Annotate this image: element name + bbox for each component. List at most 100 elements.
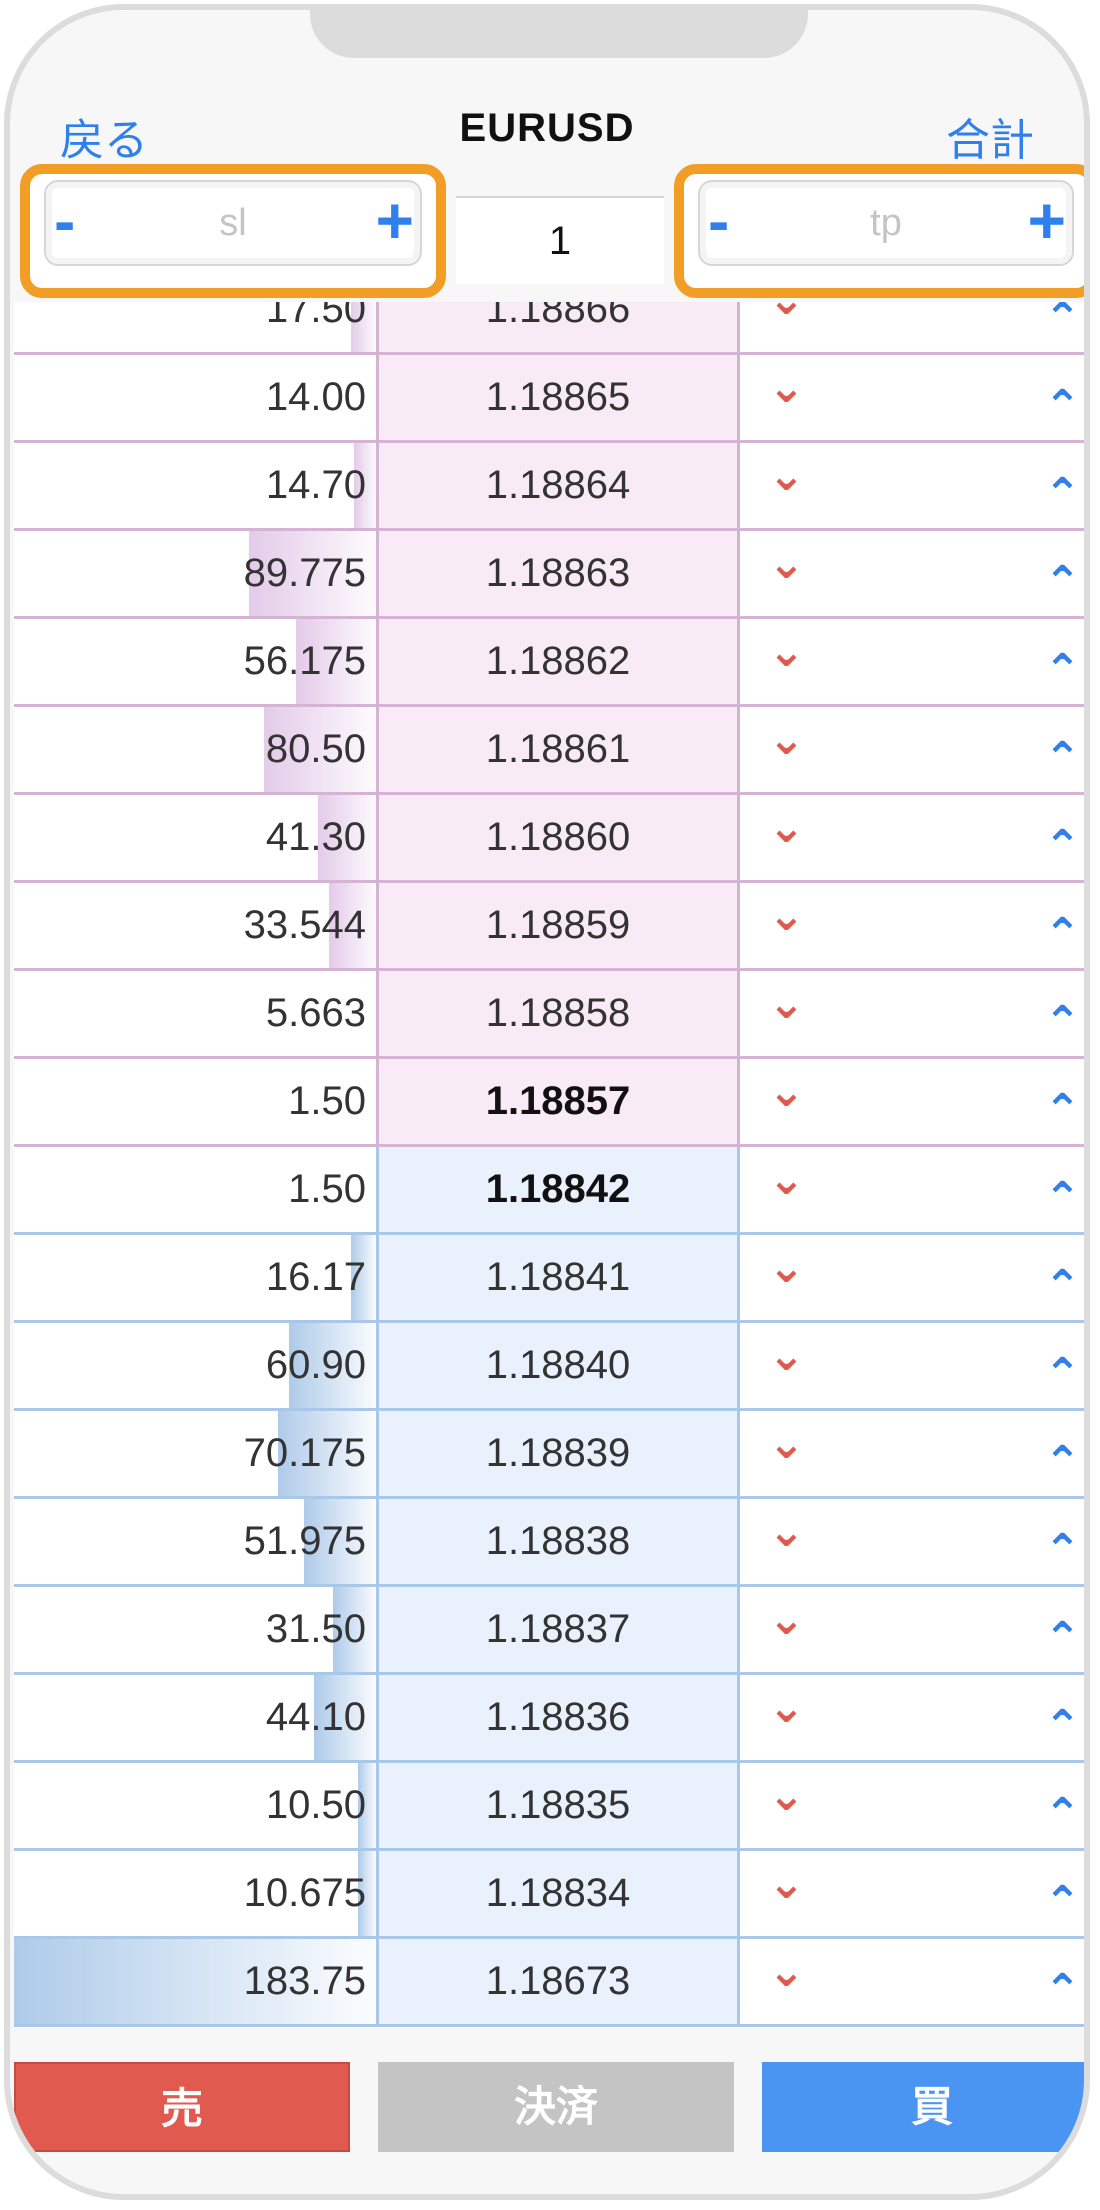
buy-button[interactable]: 買: [762, 2062, 1084, 2152]
order-book-row: 56.175 1.18862 ⌄ ⌃: [14, 619, 1084, 707]
volume-value: 31.50: [265, 1607, 366, 1651]
chevron-down-icon[interactable]: ⌄: [768, 619, 805, 685]
volume-cell: 31.50: [14, 1587, 376, 1672]
price-cell[interactable]: 1.18836: [376, 1675, 740, 1760]
volume-value: 41.30: [265, 815, 366, 859]
chevron-down-icon[interactable]: ⌄: [768, 707, 805, 773]
tp-highlight: - tp +: [674, 164, 1084, 298]
sell-button[interactable]: 売: [14, 2062, 350, 2152]
close-position-button[interactable]: 決済: [378, 2062, 734, 2152]
volume-value: 5.663: [265, 991, 366, 1035]
order-book-row: 41.30 1.18860 ⌄ ⌃: [14, 795, 1084, 883]
price-cell[interactable]: 1.18857: [376, 1059, 740, 1144]
price-cell[interactable]: 1.18859: [376, 883, 740, 968]
price-cell[interactable]: 1.18838: [376, 1499, 740, 1584]
volume-cell: 70.175: [14, 1411, 376, 1496]
volume-cell: 51.975: [14, 1499, 376, 1584]
volume-cell: 14.00: [14, 355, 376, 440]
volume-value: 183.75: [243, 1959, 366, 2003]
order-controls: - sl + 1 - tp +: [10, 164, 1084, 302]
chevron-down-icon[interactable]: ⌄: [768, 1939, 805, 2005]
total-button[interactable]: 合計: [946, 104, 1034, 168]
volume-value: 10.675: [243, 1871, 366, 1915]
chevron-down-icon[interactable]: ⌄: [768, 355, 805, 421]
chevron-down-icon[interactable]: ⌄: [768, 1675, 805, 1741]
order-book-row: 60.90 1.18840 ⌄ ⌃: [14, 1323, 1084, 1411]
chevron-down-icon[interactable]: ⌄: [768, 302, 805, 333]
chevron-down-icon[interactable]: ⌄: [768, 1763, 805, 1829]
notch: [310, 10, 808, 58]
volume-value: 14.70: [265, 463, 366, 507]
volume-cell: 33.544: [14, 883, 376, 968]
sl-plus-button[interactable]: +: [375, 184, 414, 256]
price-cell[interactable]: 1.18835: [376, 1763, 740, 1848]
phone-frame: 戻る EURUSD 合計 - sl + 1 - tp + 17.50 1.1886…: [4, 4, 1090, 2200]
order-book-row: 16.17 1.18841 ⌄ ⌃: [14, 1235, 1084, 1323]
order-book: 17.501.18866⌄⌃14.001.18865⌄⌃14.701.18864…: [14, 302, 1084, 2028]
tp-plus-button[interactable]: +: [1027, 184, 1066, 256]
chevron-down-icon[interactable]: ⌄: [768, 1411, 805, 1477]
price-cell[interactable]: 1.18865: [376, 355, 740, 440]
order-book-row: 10.675 1.18834 ⌄ ⌃: [14, 1851, 1084, 1939]
price-cell[interactable]: 1.18860: [376, 795, 740, 880]
sl-input[interactable]: sl: [46, 202, 420, 245]
volume-value: 1.50: [288, 1079, 366, 1123]
volume-value: 44.10: [265, 1695, 366, 1739]
price-cell[interactable]: 1.18863: [376, 531, 740, 616]
price-cell[interactable]: 1.18839: [376, 1411, 740, 1496]
volume-value: 33.544: [243, 903, 366, 947]
volume-value: 56.175: [243, 639, 366, 683]
volume-cell: 56.175: [14, 619, 376, 704]
chevron-down-icon[interactable]: ⌄: [768, 1323, 805, 1389]
chevron-down-icon[interactable]: ⌄: [768, 443, 805, 509]
price-cell[interactable]: 1.18841: [376, 1235, 740, 1320]
price-cell[interactable]: 1.18840: [376, 1323, 740, 1408]
chevron-down-icon[interactable]: ⌄: [768, 1147, 805, 1213]
order-book-row: 44.10 1.18836 ⌄ ⌃: [14, 1675, 1084, 1763]
price-cell[interactable]: 1.18862: [376, 619, 740, 704]
volume-cell: 17.50: [14, 302, 376, 352]
price-cell[interactable]: 1.18861: [376, 707, 740, 792]
chevron-down-icon[interactable]: ⌄: [768, 1499, 805, 1565]
volume-cell: 5.663: [14, 971, 376, 1056]
volume-cell: 183.75: [14, 1939, 376, 2024]
order-book-row: 183.75 1.18673 ⌄ ⌃: [14, 1939, 1084, 2028]
sl-highlight: - sl +: [20, 164, 446, 298]
chevron-down-icon[interactable]: ⌄: [768, 1059, 805, 1125]
chevron-down-icon[interactable]: ⌄: [768, 1851, 805, 1917]
price-cell[interactable]: 1.18858: [376, 971, 740, 1056]
price-cell[interactable]: 1.18864: [376, 443, 740, 528]
quantity-field[interactable]: 1: [456, 196, 664, 284]
chevron-down-icon[interactable]: ⌄: [768, 1587, 805, 1653]
volume-value: 16.17: [265, 1255, 366, 1299]
chevron-down-icon[interactable]: ⌄: [768, 1235, 805, 1301]
order-book-row: 10.50 1.18835 ⌄ ⌃: [14, 1763, 1084, 1851]
order-book-row: 1.50 1.18857 ⌄ ⌃: [14, 1059, 1084, 1147]
price-cell[interactable]: 1.18673: [376, 1939, 740, 2024]
order-book-row: 89.775 1.18863 ⌄ ⌃: [14, 531, 1084, 619]
volume-value: 1.50: [288, 1167, 366, 1211]
order-book-row: 80.50 1.18861 ⌄ ⌃: [14, 707, 1084, 795]
order-book-row: 17.501.18866⌄⌃: [14, 302, 1084, 355]
chevron-down-icon[interactable]: ⌄: [768, 971, 805, 1037]
volume-value: 60.90: [265, 1343, 366, 1387]
volume-cell: 1.50: [14, 1059, 376, 1144]
volume-value: 17.50: [265, 302, 366, 331]
volume-value: 51.975: [243, 1519, 366, 1563]
nav-bar: 戻る EURUSD 合計: [10, 90, 1084, 170]
price-cell[interactable]: 1.18834: [376, 1851, 740, 1936]
price-cell[interactable]: 1.18842: [376, 1147, 740, 1232]
tp-input[interactable]: tp: [700, 202, 1072, 245]
chevron-down-icon[interactable]: ⌄: [768, 883, 805, 949]
price-cell[interactable]: 1.18837: [376, 1587, 740, 1672]
volume-cell: 44.10: [14, 1675, 376, 1760]
chevron-down-icon[interactable]: ⌄: [768, 531, 805, 597]
price-cell[interactable]: 1.18866: [376, 302, 740, 352]
order-book-row: 14.70 1.18864 ⌄ ⌃: [14, 443, 1084, 531]
volume-value: 10.50: [265, 1783, 366, 1827]
volume-cell: 60.90: [14, 1323, 376, 1408]
chevron-up-icon[interactable]: ⌃: [1044, 1939, 1081, 2028]
order-book-row: 31.50 1.18837 ⌄ ⌃: [14, 1587, 1084, 1675]
volume-cell: 80.50: [14, 707, 376, 792]
chevron-down-icon[interactable]: ⌄: [768, 795, 805, 861]
